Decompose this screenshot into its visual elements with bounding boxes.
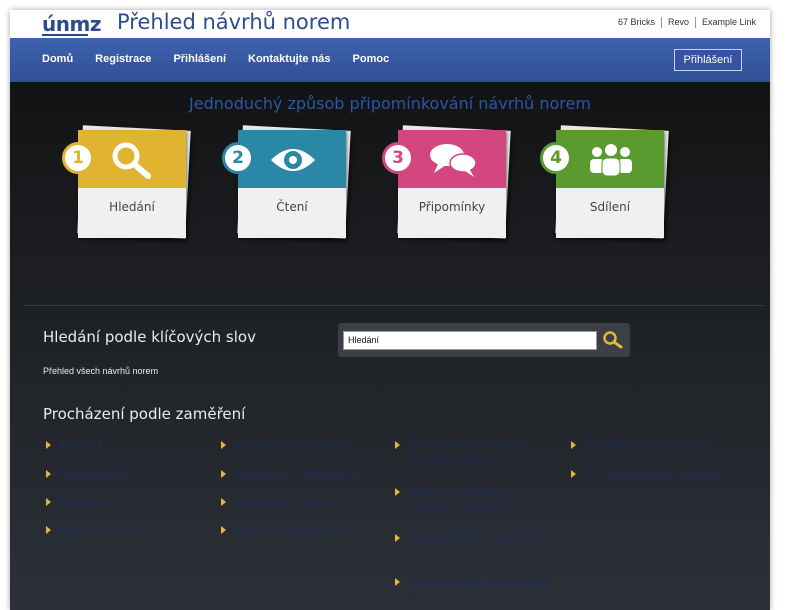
login-button[interactable]: Přihlášení <box>674 49 742 71</box>
category-link[interactable]: Jakost, normy, zkoušení a posuzování sho… <box>395 439 554 467</box>
eye-icon <box>271 149 315 171</box>
bullet-icon <box>46 526 51 534</box>
step-number-1: 1 <box>62 142 94 174</box>
step-number-2: 2 <box>222 142 254 174</box>
bullet-icon <box>395 441 400 449</box>
bullet-icon <box>395 534 400 542</box>
divider <box>24 305 764 306</box>
category-link[interactable]: Informační technologie (0) <box>221 439 385 453</box>
category-link[interactable]: ICT, telekomunikace a doprava (0) <box>571 468 725 496</box>
step-read-card[interactable]: 2 Čtení <box>222 125 351 239</box>
browser-page: únmz Přehled návrhů norem 67 Bricks Revo… <box>10 10 770 610</box>
category-link[interactable]: Stavebnictví (0) <box>46 496 210 510</box>
category-link[interactable]: Banky (0) <box>46 439 210 453</box>
all-drafts-link[interactable]: Přehled všech návrhů norem <box>43 366 158 376</box>
bullet-icon <box>571 470 576 478</box>
bullet-icon <box>46 498 51 506</box>
category-link[interactable]: Hutnictví a metalurgie (0) <box>221 524 385 538</box>
main-nav: Domů Registrace Přihlášení Kontaktujte n… <box>10 38 770 82</box>
magnifier-icon <box>112 142 151 179</box>
bullet-icon <box>221 498 226 506</box>
category-link[interactable]: Ochrana životního prostředí (0) <box>395 532 554 546</box>
top-link-revo[interactable]: Revo <box>660 17 695 28</box>
logo-underline <box>42 34 88 36</box>
top-link-example[interactable]: Example Link <box>694 17 762 28</box>
step-label-share: Sdílení <box>589 200 631 214</box>
bullet-icon <box>221 441 226 449</box>
category-link[interactable]: Zemědělství a potraviny (0) <box>571 439 725 453</box>
step-description-read: Nahlédněte do návrhů norem a zjistěte, j… <box>228 256 351 272</box>
category-link[interactable]: Elektrotechnika, telekomunikace (0) <box>395 576 554 604</box>
category-link[interactable]: Doprava, manipulace s materiálem a balen… <box>395 486 554 514</box>
nav-item-login[interactable]: Přihlášení <box>173 53 226 65</box>
people-icon <box>590 143 632 177</box>
top-link-67-bricks[interactable]: 67 Bricks <box>612 17 661 28</box>
bullet-icon <box>46 470 51 478</box>
speech-bubbles-icon <box>430 144 477 177</box>
nav-item-help[interactable]: Pomoc <box>353 53 390 65</box>
bullet-icon <box>571 441 576 449</box>
bullet-icon <box>395 488 400 496</box>
bullet-icon <box>395 578 400 586</box>
step-label-comment: Připomínky <box>418 200 486 214</box>
step-description-comment: Připomínkujte návrhy norem a pomozte utv… <box>388 256 511 272</box>
step-search-card[interactable]: 1 Hledání <box>62 125 191 239</box>
step-number-4: 4 <box>540 142 572 174</box>
top-links: 67 Bricks Revo Example Link <box>612 17 762 28</box>
nav-item-contact[interactable]: Kontaktujte nás <box>248 53 331 65</box>
step-comment-card[interactable]: 3 Připomínky <box>382 125 511 239</box>
hero-title: Jednoduchý způsob připomínkování návrhů … <box>189 94 591 113</box>
bullet-icon <box>46 441 51 449</box>
step-label-search: Hledání <box>109 200 155 214</box>
bullet-icon <box>221 526 226 534</box>
unmz-logo[interactable]: únmz <box>42 12 101 36</box>
browse-heading: Procházení podle zaměření <box>43 405 246 423</box>
step-number-3: 3 <box>382 142 414 174</box>
category-link[interactable]: Zdravotnictví a chemie (0) <box>221 496 385 510</box>
bullet-icon <box>221 470 226 478</box>
search-input[interactable]: Hledání <box>343 331 597 350</box>
step-share-card[interactable]: 4 Sdílení <box>540 125 669 239</box>
step-label-read: Čtení <box>276 200 308 214</box>
search-icon[interactable] <box>601 329 625 351</box>
category-link[interactable]: Strojírenství a energetika (0) <box>221 468 385 482</box>
header: únmz Přehled návrhů norem 67 Bricks Revo… <box>10 10 770 38</box>
step-description-share: Své připomínky nebo oblíbené návrhy nore… <box>547 256 670 272</box>
nav-item-home[interactable]: Domů <box>42 53 73 65</box>
keyword-search-heading: Hledání podle klíčových slov <box>43 328 256 346</box>
nav-item-registration[interactable]: Registrace <box>95 53 151 65</box>
search-bar: Hledání <box>338 323 630 357</box>
page-title: Přehled návrhů norem <box>117 10 351 34</box>
step-description-search: Hledejte podle klíčových slov nebo proch… <box>70 256 178 281</box>
category-link[interactable]: Stavebnictví (0) <box>46 468 210 482</box>
category-link[interactable]: Ostatní normy (0) <box>46 524 210 538</box>
